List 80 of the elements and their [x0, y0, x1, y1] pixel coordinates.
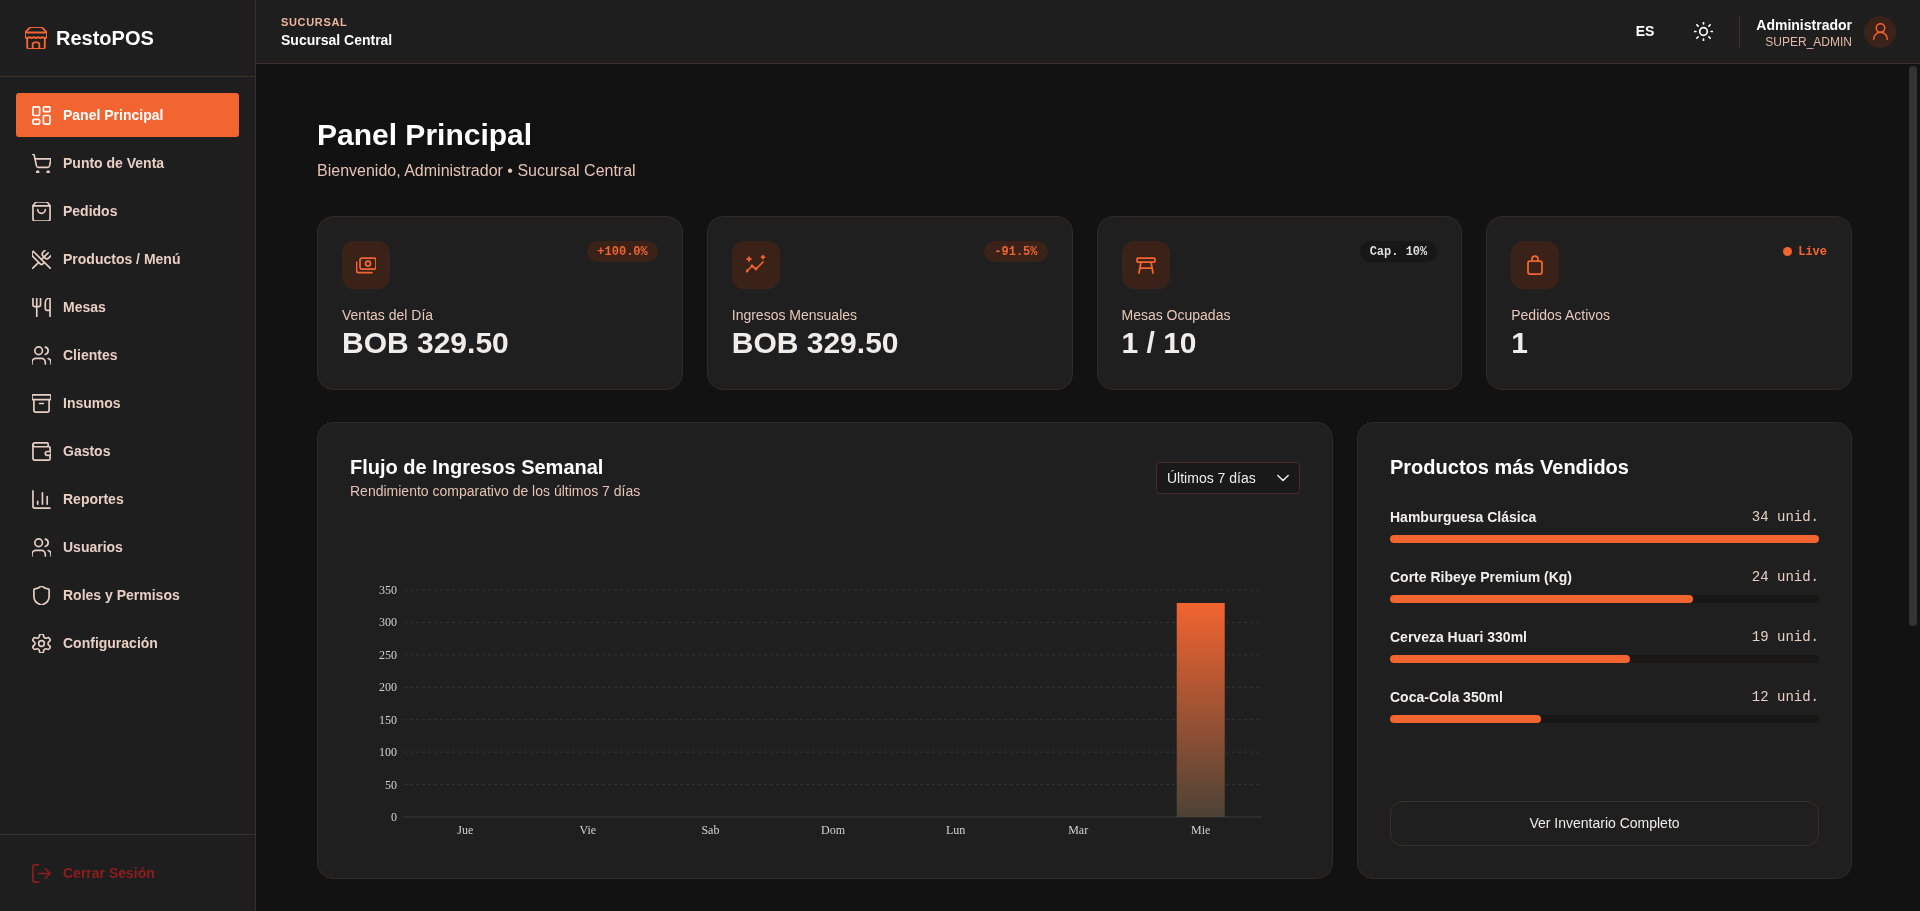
- stat-value: 1: [1511, 325, 1528, 361]
- product-count: 19 unid.: [1751, 628, 1819, 647]
- scrollbar-thumb[interactable]: [1909, 66, 1917, 626]
- cart-icon: [32, 153, 51, 173]
- users-icon: [32, 345, 51, 365]
- live-label: Live: [1798, 243, 1827, 260]
- stat-label: Ingresos Mensuales: [731, 306, 858, 325]
- sidebar-item[interactable]: Reportes: [16, 477, 239, 521]
- capacity-badge: Cap. 10%: [1359, 241, 1438, 262]
- range-select[interactable]: Últimos 7 días: [1156, 462, 1300, 494]
- y-axis-label: 350: [379, 583, 397, 597]
- stat-label: Ventas del Día: [342, 306, 434, 325]
- product-count: 34 unid.: [1751, 508, 1819, 527]
- x-axis-label: Mar: [1068, 823, 1089, 837]
- sidebar-item[interactable]: Punto de Venta: [16, 141, 239, 185]
- chevron-down-icon: [1277, 472, 1289, 484]
- dashboard-icon: [32, 105, 51, 125]
- storefront-icon: [25, 27, 47, 49]
- x-axis-label: Lun: [945, 823, 966, 837]
- y-axis-label: 100: [379, 745, 397, 760]
- y-axis-label: 0: [391, 810, 397, 824]
- sidebar-item[interactable]: Pedidos: [16, 189, 239, 233]
- bag-icon: [32, 201, 51, 221]
- user-avatar-icon[interactable]: [1864, 15, 1896, 48]
- sidebar-item[interactable]: Mesas: [16, 285, 239, 329]
- archive-box-icon: [32, 393, 51, 413]
- x-axis-label: Sab: [701, 823, 720, 837]
- product-count: 12 unid.: [1751, 688, 1819, 707]
- user-name: Administrador: [1756, 15, 1852, 35]
- stat-value: BOB 329.50: [342, 325, 509, 361]
- change-badge: -91.5%: [984, 241, 1048, 262]
- products-title: Productos más Vendidos: [1390, 455, 1629, 480]
- sidebar-item[interactable]: Insumos: [16, 381, 239, 425]
- product-name: Hamburguesa Clásica: [1390, 508, 1537, 527]
- product-name: Corte Ribeye Premium (Kg): [1390, 568, 1573, 587]
- table-icon: [1121, 241, 1170, 289]
- view-inventory-button[interactable]: Ver Inventario Completo: [1390, 801, 1819, 846]
- sidebar-item[interactable]: Clientes: [16, 333, 239, 377]
- stat-label: Mesas Ocupadas: [1121, 306, 1231, 325]
- change-badge: +100.0%: [587, 241, 658, 262]
- sidebar-item[interactable]: Productos / Menú: [16, 237, 239, 281]
- sidebar-item[interactable]: Gastos: [16, 429, 239, 473]
- x-axis-label: Vie: [579, 823, 597, 837]
- branch-label: SUCURSAL: [281, 14, 348, 30]
- product-name: Cerveza Huari 330ml: [1390, 628, 1527, 647]
- branch-name: Sucursal Central: [281, 30, 393, 50]
- y-axis-label: 200: [379, 680, 397, 695]
- x-axis-label: Mie: [1191, 823, 1211, 837]
- settings-icon: [32, 633, 51, 653]
- x-axis-label: Jue: [457, 823, 474, 837]
- sidebar-item[interactable]: Configuración: [16, 621, 239, 665]
- x-axis-label: Dom: [821, 823, 845, 837]
- user-role: SUPER_ADMIN: [1765, 34, 1852, 49]
- page-title: Panel Principal: [317, 117, 533, 153]
- y-axis-label: 300: [379, 615, 397, 630]
- fork-knife-icon: [32, 297, 51, 317]
- stat-value: BOB 329.50: [731, 325, 899, 361]
- chart-title: Flujo de Ingresos Semanal: [350, 455, 604, 480]
- shield-icon: [32, 585, 51, 605]
- y-axis-label: 50: [385, 777, 397, 792]
- stat-label: Pedidos Activos: [1511, 306, 1611, 325]
- product-name: Coca-Cola 350ml: [1390, 688, 1503, 707]
- y-axis-label: 150: [379, 712, 397, 727]
- language-button[interactable]: ES: [1627, 13, 1663, 50]
- product-count: 24 unid.: [1751, 568, 1819, 587]
- sun-icon: [1693, 22, 1713, 41]
- wallet-icon: [32, 441, 51, 461]
- cash-icon: [342, 241, 390, 289]
- users-icon: [32, 537, 51, 557]
- logout-icon: [32, 863, 51, 883]
- fork-knife-crossed-icon: [32, 249, 51, 269]
- y-axis-label: 250: [379, 647, 397, 662]
- page-subtitle: Bienvenido, Administrador • Sucursal Central: [317, 161, 636, 181]
- bar-chart-icon: [32, 489, 51, 509]
- stat-value: 1 / 10: [1121, 325, 1197, 361]
- shopping-bag-icon: [1511, 241, 1560, 289]
- sidebar-item[interactable]: Usuarios: [16, 525, 239, 569]
- brand-name: RestoPOS: [56, 26, 154, 51]
- chart-subtitle: Rendimiento comparativo de los últimos 7 días: [350, 482, 641, 501]
- sidebar-item[interactable]: Roles y Permisos: [16, 573, 239, 617]
